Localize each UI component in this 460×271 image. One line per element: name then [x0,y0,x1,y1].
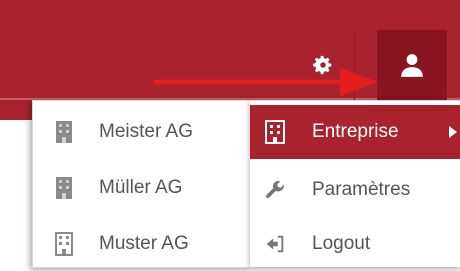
submenu-item-label: Muster AG [99,233,189,254]
building-icon [56,121,72,143]
submenu-item-muller-ag[interactable]: Müller AG [33,163,251,213]
companies-submenu: Meister AG Müller AG Muster AG [32,100,251,268]
menu-item-parametres[interactable]: Paramètres [250,163,460,217]
caret-right-icon [449,126,457,138]
submenu-item-label: Müller AG [99,177,183,198]
menu-item-label: Entreprise [312,121,399,142]
building-icon [265,120,285,144]
user-dropdown-menu: Entreprise Paramètres Logout [250,100,460,267]
user-icon [401,54,423,77]
user-menu-button[interactable] [377,30,447,100]
menu-item-logout[interactable]: Logout [250,217,460,271]
submenu-item-meister-ag[interactable]: Meister AG [33,107,251,157]
logout-icon [266,235,284,253]
building-icon [56,177,72,199]
menu-item-label: Logout [312,233,371,254]
menu-item-entreprise[interactable]: Entreprise [250,105,460,159]
submenu-item-label: Meister AG [99,121,193,142]
building-icon [55,232,73,256]
menu-item-label: Paramètres [312,179,411,200]
submenu-item-muster-ag[interactable]: Muster AG [33,219,251,269]
annotation-arrow-icon [154,68,378,96]
wrench-icon [266,180,284,199]
